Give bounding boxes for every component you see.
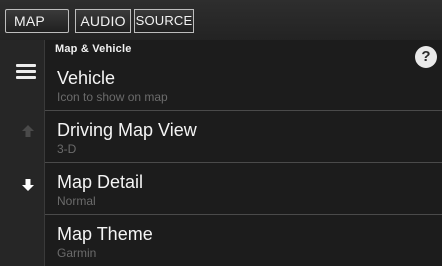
list-item-title: Driving Map View — [57, 120, 197, 140]
list-item-subtitle: Garmin — [57, 246, 97, 260]
list-item-subtitle: Icon to show on map — [57, 90, 168, 104]
list-item-subtitle: 3-D — [57, 142, 77, 156]
list-item-map-theme[interactable]: Map Theme Garmin — [45, 216, 442, 266]
hamburger-menu-icon[interactable] — [16, 64, 36, 80]
tab-map[interactable]: MAP — [5, 9, 69, 33]
tab-audio[interactable]: AUDIO — [75, 9, 131, 33]
list-item-map-detail[interactable]: Map Detail Normal — [45, 164, 442, 215]
list-item-title: Vehicle — [57, 68, 116, 88]
list-item-title: Map Detail — [57, 172, 144, 192]
arrow-down-icon[interactable] — [21, 178, 35, 192]
arrow-up-icon[interactable] — [21, 124, 35, 138]
left-rail — [0, 40, 45, 266]
settings-list-panel: Map & Vehicle ? Vehicle Icon to show on … — [45, 40, 442, 266]
list-item-subtitle: Normal — [57, 194, 96, 208]
list-item-vehicle[interactable]: Vehicle Icon to show on map — [45, 60, 442, 111]
list-item-title: Map Theme — [57, 224, 153, 244]
tab-source[interactable]: SOURCE — [134, 9, 194, 33]
navigation-settings-screen: MAP AUDIO SOURCE Map & Vehicle ? Vehicle… — [0, 0, 442, 266]
top-tab-bar: MAP AUDIO SOURCE — [0, 0, 442, 40]
list-item-driving-map-view[interactable]: Driving Map View 3-D — [45, 112, 442, 163]
section-title: Map & Vehicle — [55, 43, 132, 55]
